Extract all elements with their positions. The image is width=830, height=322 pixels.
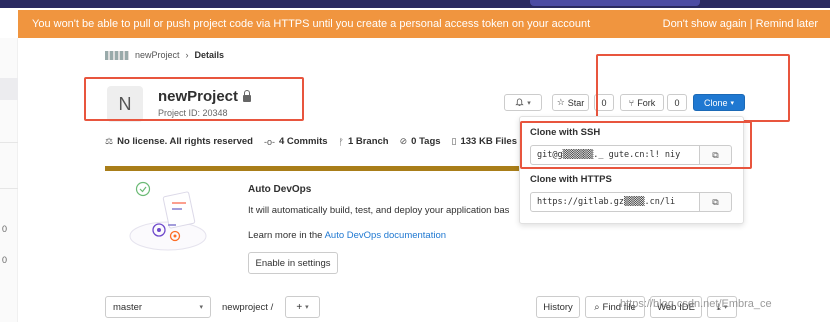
branch-name: master <box>113 301 143 313</box>
highlight-box-ssh <box>520 121 752 169</box>
chevron-down-icon: ▾ <box>527 99 531 107</box>
learn-more-prefix: Learn more in the <box>248 230 325 241</box>
highlight-box-clone <box>596 54 790 122</box>
clone-https-url-field[interactable]: https://gitlab.gz▒▒▒▒.cn/li <box>530 192 700 212</box>
banner-actions[interactable]: Don't show again | Remind later <box>663 18 818 30</box>
project-stats: ⚖ No license. All rights reserved -o- 4 Co… <box>105 136 517 147</box>
watermark: https://blog.csdn.net/Embra_ce <box>620 298 772 310</box>
tags-stat[interactable]: ⊘ 0 Tags <box>400 136 441 147</box>
repo-path: newproject / <box>222 302 273 313</box>
enable-in-settings-button[interactable]: Enable in settings <box>248 252 338 274</box>
breadcrumb: newProject › Details <box>105 50 224 60</box>
auto-devops-title: Auto DevOps <box>248 184 312 195</box>
breadcrumb-project[interactable]: newProject <box>135 50 180 60</box>
copy-icon: ⧉ <box>712 196 719 207</box>
repo-path-root[interactable]: newproject <box>222 302 268 313</box>
add-file-dropdown[interactable]: + ▾ <box>285 296 320 318</box>
top-navbar <box>0 0 830 8</box>
search-icon: ⌕ <box>594 301 600 313</box>
chevron-down-icon: ▾ <box>199 304 203 311</box>
auto-devops-docs-link[interactable]: Auto DevOps documentation <box>325 230 446 241</box>
chevron-down-icon: ▾ <box>305 304 309 311</box>
banner-message: You won't be able to pull or push projec… <box>32 18 591 30</box>
history-button[interactable]: History <box>536 296 580 318</box>
branches-stat[interactable]: ᚠ1 Branch <box>339 136 389 147</box>
auto-devops-description: It will automatically build, test, and d… <box>248 205 510 216</box>
star-icon: ☆ <box>556 97 565 107</box>
repository-size-bar <box>105 166 520 171</box>
file-icon: ▯ <box>451 136 457 146</box>
repo-path-sep: / <box>270 302 274 313</box>
notification-button[interactable]: ▾ <box>504 94 542 111</box>
star-label: Star <box>567 97 585 108</box>
auto-devops-illustration <box>129 181 207 251</box>
sidebar-mark: 0 <box>2 255 8 265</box>
bell-icon <box>515 98 524 106</box>
sidebar-divider <box>0 188 18 189</box>
license-stat[interactable]: ⚖ No license. All rights reserved <box>105 136 253 147</box>
pat-warning-banner: You won't be able to pull or push projec… <box>18 10 830 38</box>
commit-icon: -o- <box>263 136 275 147</box>
left-sidebar: 0 0 <box>0 38 18 322</box>
breadcrumb-current[interactable]: Details <box>195 50 225 60</box>
auto-devops-learn-more: Learn more in the Auto DevOps documentat… <box>248 230 446 241</box>
branch-icon: ᚠ <box>338 136 344 147</box>
clone-https-label: Clone with HTTPS <box>530 174 612 185</box>
sidebar-active-item[interactable] <box>0 78 18 100</box>
highlight-box-project <box>84 77 304 121</box>
navbar-user-pill[interactable] <box>530 0 700 6</box>
breadcrumb-separator: › <box>185 50 189 60</box>
star-button[interactable]: ☆ Star <box>552 94 589 111</box>
commits-stat[interactable]: -o- 4 Commits <box>264 136 328 147</box>
group-logo-icon[interactable] <box>105 50 129 60</box>
copy-https-button[interactable]: ⧉ <box>700 192 732 212</box>
sidebar-divider <box>0 142 18 143</box>
scale-icon: ⚖ <box>105 136 114 146</box>
tag-icon: ⊘ <box>399 136 408 146</box>
plus-icon: + <box>296 301 303 313</box>
sidebar-mark: 0 <box>2 224 8 234</box>
files-stat[interactable]: ▯ 133 KB Files <box>452 136 517 147</box>
branch-selector[interactable]: master ▾ <box>105 296 211 318</box>
